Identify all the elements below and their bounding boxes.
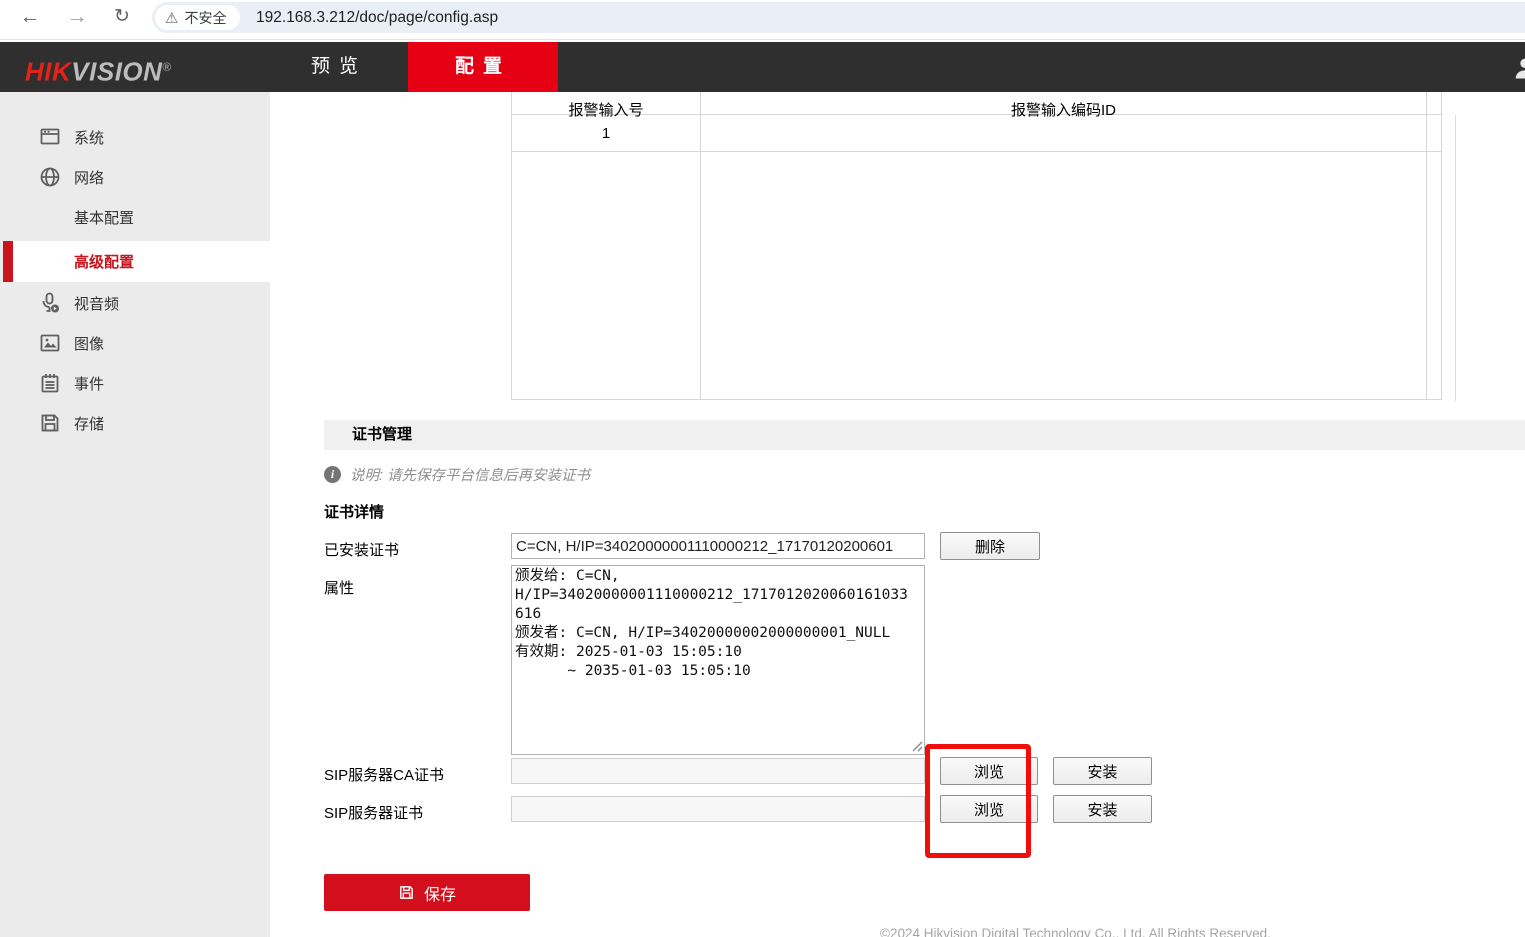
save-button-label: 保存 bbox=[424, 881, 456, 905]
event-icon bbox=[38, 371, 62, 395]
sidebar-item-storage[interactable]: 存储 bbox=[0, 403, 270, 443]
url-text[interactable]: 192.168.3.212/doc/page/config.asp bbox=[256, 2, 498, 33]
installed-cert-input[interactable] bbox=[511, 533, 925, 559]
section-title-cert-management: 证书管理 bbox=[324, 420, 1525, 450]
info-icon: i bbox=[324, 466, 341, 483]
sidebar-item-system[interactable]: 系统 bbox=[0, 117, 270, 157]
sidebar-item-network[interactable]: 网络 bbox=[0, 157, 270, 197]
save-button[interactable]: 保存 bbox=[324, 874, 530, 911]
sidebar-item-label: 视音频 bbox=[74, 293, 119, 314]
browser-toolbar: ← → ↻ ⚠ 不安全 192.168.3.212/doc/page/confi… bbox=[0, 0, 1525, 40]
save-disk-icon bbox=[398, 884, 415, 901]
row-spacer-cell bbox=[1427, 115, 1441, 151]
audio-video-icon bbox=[38, 291, 62, 315]
logo-hik: HIK bbox=[25, 57, 71, 87]
sidebar-item-label: 图像 bbox=[74, 333, 104, 354]
address-bar[interactable]: ⚠ 不安全 192.168.3.212/doc/page/config.asp bbox=[152, 2, 1525, 33]
delete-cert-button[interactable]: 删除 bbox=[940, 532, 1040, 560]
hikvision-logo: HIKVISION® bbox=[25, 42, 172, 92]
image-icon bbox=[38, 331, 62, 355]
network-icon bbox=[38, 165, 62, 189]
browser-forward-icon[interactable]: → bbox=[62, 2, 92, 32]
cert-attributes-textarea[interactable]: 颁发给: C=CN, H/IP=34020000001110000212_171… bbox=[511, 565, 925, 755]
sip-cert-input[interactable] bbox=[511, 796, 925, 822]
sidebar-item-image[interactable]: 图像 bbox=[0, 323, 270, 363]
storage-icon bbox=[38, 411, 62, 435]
sip-ca-cert-input[interactable] bbox=[511, 758, 925, 784]
logo-registered-mark: ® bbox=[162, 60, 171, 74]
cell-alarm-input-code-id[interactable] bbox=[701, 115, 1427, 151]
table-outer-border bbox=[1455, 115, 1456, 401]
logo-vision: VISION bbox=[71, 57, 162, 87]
sidebar-item-label: 系统 bbox=[74, 127, 104, 148]
browser-reload-icon[interactable]: ↻ bbox=[107, 2, 137, 32]
system-icon bbox=[38, 125, 62, 149]
sip-ca-browse-button[interactable]: 浏览 bbox=[940, 757, 1038, 785]
active-item-indicator bbox=[3, 241, 13, 282]
user-account-icon[interactable] bbox=[1511, 54, 1525, 82]
sidebar-nav: 系统 网络 基本配置 高级配置 视音频 bbox=[0, 92, 270, 937]
cert-attributes-label: 属性 bbox=[324, 577, 354, 598]
installed-cert-label: 已安装证书 bbox=[324, 539, 399, 560]
sidebar-item-label: 网络 bbox=[74, 167, 104, 188]
sip-cert-browse-button[interactable]: 浏览 bbox=[940, 795, 1038, 823]
sip-ca-install-button[interactable]: 安装 bbox=[1053, 757, 1152, 785]
cert-detail-title: 证书详情 bbox=[324, 501, 384, 522]
sidebar-item-label: 存储 bbox=[74, 413, 104, 434]
table-row[interactable]: 1 bbox=[512, 115, 1441, 152]
security-status-label: 不安全 bbox=[184, 8, 226, 28]
sidebar-item-audio-video[interactable]: 视音频 bbox=[0, 283, 270, 323]
alarm-input-table: 报警输入号 报警输入编码ID 1 bbox=[511, 80, 1442, 400]
sidebar-item-advanced-config[interactable]: 高级配置 bbox=[13, 241, 270, 282]
cell-alarm-input-no: 1 bbox=[512, 115, 701, 151]
table-empty-body bbox=[512, 152, 1441, 400]
sip-cert-label: SIP服务器证书 bbox=[324, 802, 423, 823]
cert-note-line: i 说明: 请先保存平台信息后再安装证书 bbox=[324, 464, 590, 484]
sip-ca-cert-label: SIP服务器CA证书 bbox=[324, 764, 444, 785]
sidebar-item-label: 基本配置 bbox=[74, 207, 134, 228]
tab-config[interactable]: 配置 bbox=[408, 42, 558, 92]
hikvision-config-page: ← → ↻ ⚠ 不安全 192.168.3.212/doc/page/confi… bbox=[0, 0, 1525, 937]
app-header: HIKVISION® 预览 配置 bbox=[0, 42, 1525, 92]
sidebar-item-basic-config[interactable]: 基本配置 bbox=[0, 197, 270, 237]
not-secure-warning-icon: ⚠ bbox=[165, 9, 178, 27]
browser-back-icon[interactable]: ← bbox=[15, 2, 45, 32]
sidebar-item-label: 高级配置 bbox=[74, 251, 134, 272]
sidebar-item-event[interactable]: 事件 bbox=[0, 363, 270, 403]
tab-preview[interactable]: 预览 bbox=[270, 42, 408, 92]
security-status-chip[interactable]: ⚠ 不安全 bbox=[155, 5, 240, 30]
sidebar-item-label: 事件 bbox=[74, 373, 104, 394]
sip-cert-install-button[interactable]: 安装 bbox=[1053, 795, 1152, 823]
cert-note-text: 说明: 请先保存平台信息后再安装证书 bbox=[350, 464, 590, 485]
footer-copyright: ©2024 Hikvision Digital Technology Co., … bbox=[880, 926, 1271, 937]
